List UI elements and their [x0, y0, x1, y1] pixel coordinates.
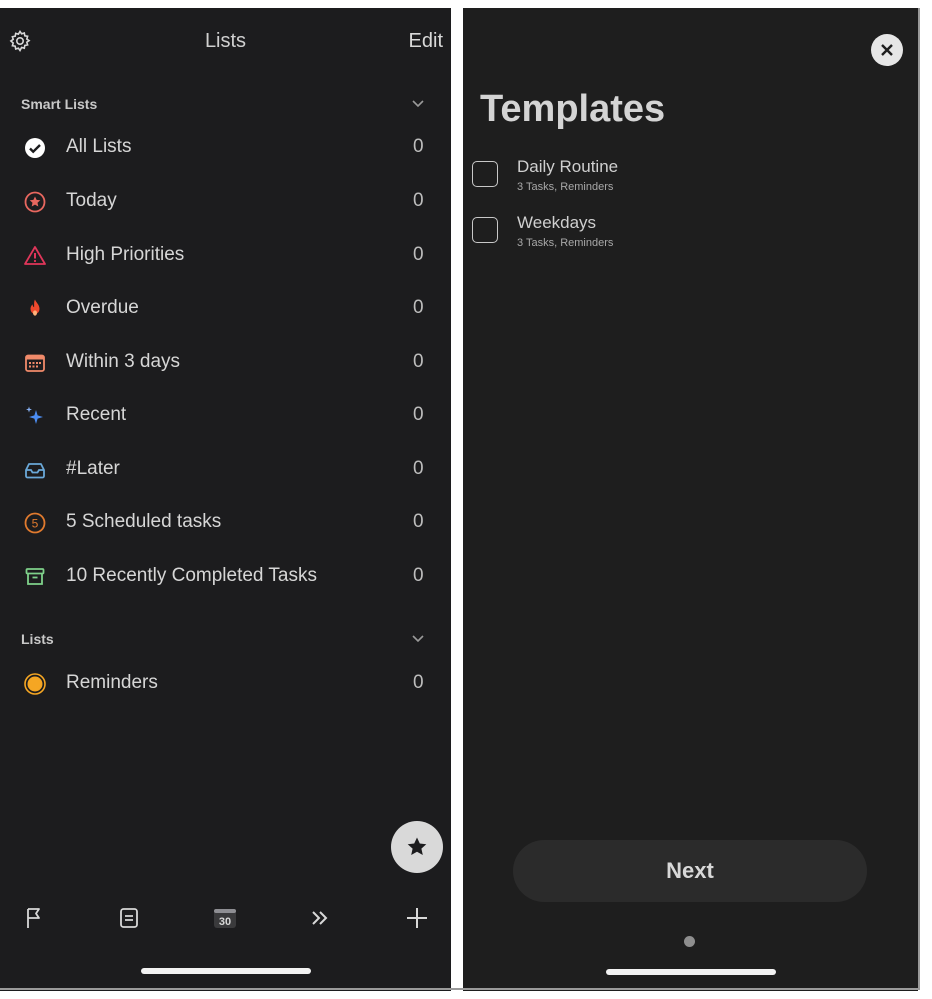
smart-list-scheduled-tasks[interactable]: 5 5 Scheduled tasks 0	[0, 497, 451, 551]
smart-list-today[interactable]: Today 0	[0, 176, 451, 230]
smart-list-recent[interactable]: Recent 0	[0, 390, 451, 444]
smart-list-label: Overdue	[66, 297, 139, 318]
list-item-reminders[interactable]: Reminders 0	[0, 658, 451, 712]
smart-list-later[interactable]: #Later 0	[0, 444, 451, 498]
page-indicator-dot	[684, 936, 695, 947]
flag-button[interactable]	[19, 904, 49, 932]
smart-list-label: All Lists	[66, 136, 132, 157]
page-title: Templates	[480, 88, 666, 130]
template-name: Weekdays	[517, 213, 597, 232]
templates-sheet: Templates Daily Routine 3 Tasks, Reminde…	[463, 8, 918, 991]
sparkle-icon	[23, 404, 47, 428]
list-label: Reminders	[66, 672, 158, 693]
star-icon	[407, 837, 427, 855]
star-circle-icon	[23, 190, 47, 214]
template-item[interactable]: Daily Routine 3 Tasks, Reminders	[463, 153, 918, 205]
check-circle-icon	[23, 136, 47, 160]
chevron-down-icon[interactable]	[411, 99, 425, 109]
flame-icon	[23, 297, 47, 321]
forward-button[interactable]	[305, 904, 335, 932]
smart-list-label: High Priorities	[66, 244, 185, 265]
list-count: 0	[413, 672, 424, 693]
smart-list-count: 0	[413, 404, 424, 425]
chevron-down-icon[interactable]	[411, 634, 425, 644]
close-icon	[881, 44, 893, 56]
smart-list-label: 10 Recently Completed Tasks	[66, 565, 317, 586]
calendar-button[interactable]: 30	[210, 904, 240, 932]
frame-border	[918, 8, 920, 990]
svg-text:30: 30	[219, 916, 231, 928]
smart-list-count: 0	[413, 511, 424, 532]
plus-icon	[407, 908, 427, 928]
frame-border	[0, 988, 920, 990]
edit-button[interactable]: Edit	[409, 30, 443, 53]
smart-list-count: 0	[413, 351, 424, 372]
tray-icon	[23, 458, 47, 482]
close-button[interactable]	[871, 34, 903, 66]
smart-list-high-priorities[interactable]: High Priorities 0	[0, 230, 451, 284]
smart-list-count: 0	[413, 458, 424, 479]
archive-icon	[23, 565, 47, 589]
smart-list-recently-completed[interactable]: 10 Recently Completed Tasks 0	[0, 551, 451, 605]
smart-list-overdue[interactable]: Overdue 0	[0, 283, 451, 337]
template-detail: 3 Tasks, Reminders	[517, 181, 614, 193]
smart-list-label: Recent	[66, 404, 127, 425]
flag-icon	[27, 908, 40, 928]
template-name: Daily Routine	[517, 157, 619, 176]
dot-circle-icon	[23, 672, 47, 696]
home-indicator	[141, 968, 311, 974]
warning-icon	[23, 244, 47, 268]
smart-list-label: Within 3 days	[66, 351, 181, 372]
note-button[interactable]	[114, 904, 144, 932]
note-icon	[120, 908, 138, 928]
calendar-icon: 30	[214, 909, 236, 928]
favorite-star-button[interactable]	[391, 821, 443, 873]
template-detail: 3 Tasks, Reminders	[517, 237, 614, 249]
smart-list-count: 0	[413, 190, 424, 211]
smart-list-count: 0	[413, 136, 424, 157]
template-checkbox[interactable]	[472, 161, 498, 187]
smart-list-label: #Later	[66, 458, 120, 479]
number-circle-icon: 5	[23, 511, 47, 535]
add-button[interactable]	[402, 904, 432, 932]
next-button[interactable]: Next	[513, 840, 867, 902]
smart-list-count: 0	[413, 244, 424, 265]
lists-section-header: Lists	[21, 631, 54, 647]
page-title: Lists	[204, 30, 247, 52]
smart-list-count: 0	[413, 297, 424, 318]
template-item[interactable]: Weekdays 3 Tasks, Reminders	[463, 209, 918, 261]
smart-list-within-3-days[interactable]: Within 3 days 0	[0, 337, 451, 391]
smart-list-count: 0	[413, 565, 424, 586]
template-checkbox[interactable]	[472, 217, 498, 243]
forward-icon	[312, 911, 328, 925]
svg-text:5: 5	[32, 517, 39, 531]
calendar-icon	[23, 351, 47, 375]
lists-screen: Lists Edit Smart Lists All Lists 0 Today…	[0, 8, 451, 991]
smart-lists-section-header: Smart Lists	[21, 96, 98, 112]
smart-list-label: 5 Scheduled tasks	[66, 511, 222, 532]
home-indicator	[606, 969, 776, 975]
smart-list-all-lists[interactable]: All Lists 0	[0, 122, 451, 176]
smart-list-label: Today	[66, 190, 117, 211]
